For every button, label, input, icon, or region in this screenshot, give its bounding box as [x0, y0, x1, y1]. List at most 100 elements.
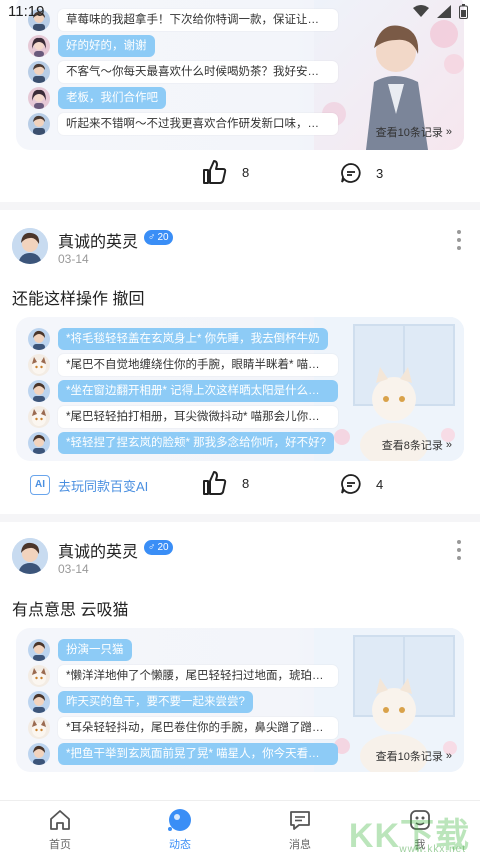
try-same-ai-label: 去玩同款百变AI [58, 478, 149, 494]
view-records-label: 查看10条记录 [375, 127, 443, 139]
double-chevron-right-icon: » [445, 750, 452, 762]
like-button[interactable]: 8 [200, 469, 249, 497]
ai-icon: AI [30, 475, 50, 495]
comment-button[interactable]: 3 [340, 162, 383, 184]
message-bubble: 不客气～你每天最喜欢什么时候喝奶茶？我好安排特供时... [58, 61, 338, 83]
post-divider [0, 202, 480, 210]
post-header: 真诚的英灵 ♂ 20 03-14 [0, 228, 480, 284]
message-bubble: *尾巴轻轻拍打相册，耳尖微微抖动* 喵那会儿你还没给我... [58, 406, 338, 428]
post-actions: 8 3 [0, 154, 480, 194]
message-row: 不客气～你每天最喜欢什么时候喝奶茶？我好安排特供时... [28, 60, 338, 84]
tab-label: 首页 [49, 839, 71, 851]
user-avatar [28, 432, 50, 454]
message-row: *尾巴不自觉地缠绕住你的手腕，眼睛半眯着* 喵别走太远... [28, 353, 338, 377]
feed[interactable]: 草莓味的我超拿手！下次给你特调一款，保证让你惊艳～ 好的好的，谢谢 不客气～你每… [0, 0, 480, 800]
tab-home[interactable]: 首页 [20, 807, 100, 852]
double-chevron-right-icon: » [445, 439, 452, 451]
gender-level-badge: ♂ 20 [144, 230, 173, 245]
level-value: 20 [157, 542, 169, 553]
user-avatar [28, 328, 50, 350]
post-actions: AI 去玩同款百变AI 8 4 [0, 465, 480, 505]
like-count: 8 [242, 164, 250, 180]
view-records-link[interactable]: 查看8条记录 » [382, 437, 452, 453]
comment-count: 3 [376, 165, 384, 181]
message-row: *轻轻捏了捏玄岚的脸颊* 那我多念给你听，好不好? [28, 431, 335, 455]
post-header: 真诚的英灵 ♂ 20 03-14 [0, 538, 480, 594]
message-bubble: 老板，我们合作吧 [58, 87, 166, 109]
message-bubble: *坐在窗边翻开相册* 记得上次这样晒太阳是什么时候吗? [58, 380, 338, 402]
message-bubble: 扮演一只猫 [58, 639, 132, 661]
user-avatar [28, 35, 50, 57]
status-bar: 11:19 [0, 0, 480, 26]
more-options-icon[interactable] [456, 540, 462, 560]
character-avatar [28, 354, 50, 376]
view-records-label: 查看10条记录 [375, 751, 443, 763]
author-avatar[interactable] [12, 228, 48, 264]
tab-moments[interactable]: 动态 [140, 807, 220, 852]
signal-icon [437, 5, 451, 18]
character-avatar [28, 113, 50, 135]
user-avatar [28, 743, 50, 765]
message-bubble: 好的好的，谢谢 [58, 35, 155, 57]
character-avatar [28, 665, 50, 687]
tab-messages[interactable]: 消息 [260, 807, 340, 852]
home-icon [50, 810, 70, 830]
message-bubble: 昨天买的鱼干，要不要一起来尝尝? [58, 691, 253, 713]
chat-preview-card[interactable]: 扮演一只猫 *懒洋洋地伸了个懒腰，尾巴轻轻扫过地面，琥珀色的眼睛... 昨天买的… [16, 628, 464, 772]
status-time: 11:19 [8, 3, 45, 20]
comment-icon [341, 163, 361, 183]
message-row: *尾巴轻轻拍打相册，耳尖微微抖动* 喵那会儿你还没给我... [28, 405, 338, 429]
post-divider [0, 514, 480, 522]
try-same-ai-button[interactable]: AI 去玩同款百变AI [26, 469, 157, 501]
message-bubble: *懒洋洋地伸了个懒腰，尾巴轻轻扫过地面，琥珀色的眼睛... [58, 665, 338, 687]
user-avatar [28, 639, 50, 661]
post-date: 03-14 [58, 252, 89, 266]
comment-icon [341, 474, 361, 494]
double-chevron-right-icon: » [445, 126, 452, 138]
post-text: 有点意思 云吸猫 [12, 602, 129, 619]
comment-count: 4 [376, 476, 384, 492]
author-name[interactable]: 真诚的英灵 [58, 538, 138, 562]
message-row: 老板，我们合作吧 [28, 86, 166, 110]
message-row: 扮演一只猫 [28, 638, 132, 662]
view-records-link[interactable]: 查看10条记录 » [376, 748, 452, 764]
message-bubble: 听起来不错啊～不过我更喜欢合作研发新口味，一起雕口... [58, 113, 338, 135]
thumbs-up-icon [203, 471, 227, 495]
comment-button[interactable]: 4 [340, 473, 383, 495]
message-row: *把鱼干举到玄岚面前晃了晃* 喵星人，你今天看起来不太... [28, 742, 338, 766]
site-watermark: KK下载 www.kkx.net [349, 808, 470, 853]
thumbs-up-icon [203, 160, 227, 184]
more-options-icon[interactable] [456, 230, 462, 250]
like-count: 8 [242, 475, 250, 491]
view-records-label: 查看8条记录 [381, 440, 443, 452]
post-text: 还能这样操作 撤回 [12, 291, 145, 308]
battery-icon [459, 4, 468, 19]
male-icon: ♂ [148, 232, 156, 243]
male-icon: ♂ [148, 542, 156, 553]
message-bubble: *把鱼干举到玄岚面前晃了晃* 喵星人，你今天看起来不太... [58, 743, 338, 765]
tab-label: 消息 [289, 839, 311, 851]
user-avatar [28, 380, 50, 402]
system-icons [413, 4, 468, 19]
character-avatar [28, 61, 50, 83]
gender-level-badge: ♂ 20 [144, 540, 173, 555]
like-button[interactable]: 8 [200, 158, 249, 186]
character-avatar [28, 717, 50, 739]
message-bubble: *耳朵轻轻抖动，尾巴卷住你的手腕，鼻尖蹭了蹭你的手背*... [58, 717, 338, 739]
message-row: *坐在窗边翻开相册* 记得上次这样晒太阳是什么时候吗? [28, 379, 338, 403]
user-avatar [28, 87, 50, 109]
message-row: *懒洋洋地伸了个懒腰，尾巴轻轻扫过地面，琥珀色的眼睛... [28, 664, 338, 688]
character-avatar [28, 406, 50, 428]
message-bubble: *将毛毯轻轻盖在玄岚身上* 你先睡，我去倒杯牛奶 [58, 328, 328, 350]
author-name[interactable]: 真诚的英灵 [58, 228, 138, 252]
post-date: 03-14 [58, 562, 89, 576]
view-records-link[interactable]: 查看10条记录 » [376, 124, 452, 140]
chat-preview-card[interactable]: *将毛毯轻轻盖在玄岚身上* 你先睡，我去倒杯牛奶 *尾巴不自觉地缠绕住你的手腕，… [16, 317, 464, 461]
tab-label: 动态 [169, 839, 191, 851]
level-value: 20 [157, 232, 169, 243]
message-icon [290, 811, 310, 830]
message-row: 好的好的，谢谢 [28, 34, 155, 58]
message-row: 昨天买的鱼干，要不要一起来尝尝? [28, 690, 253, 714]
author-avatar[interactable] [12, 538, 48, 574]
message-bubble: *尾巴不自觉地缠绕住你的手腕，眼睛半眯着* 喵别走太远... [58, 354, 338, 376]
